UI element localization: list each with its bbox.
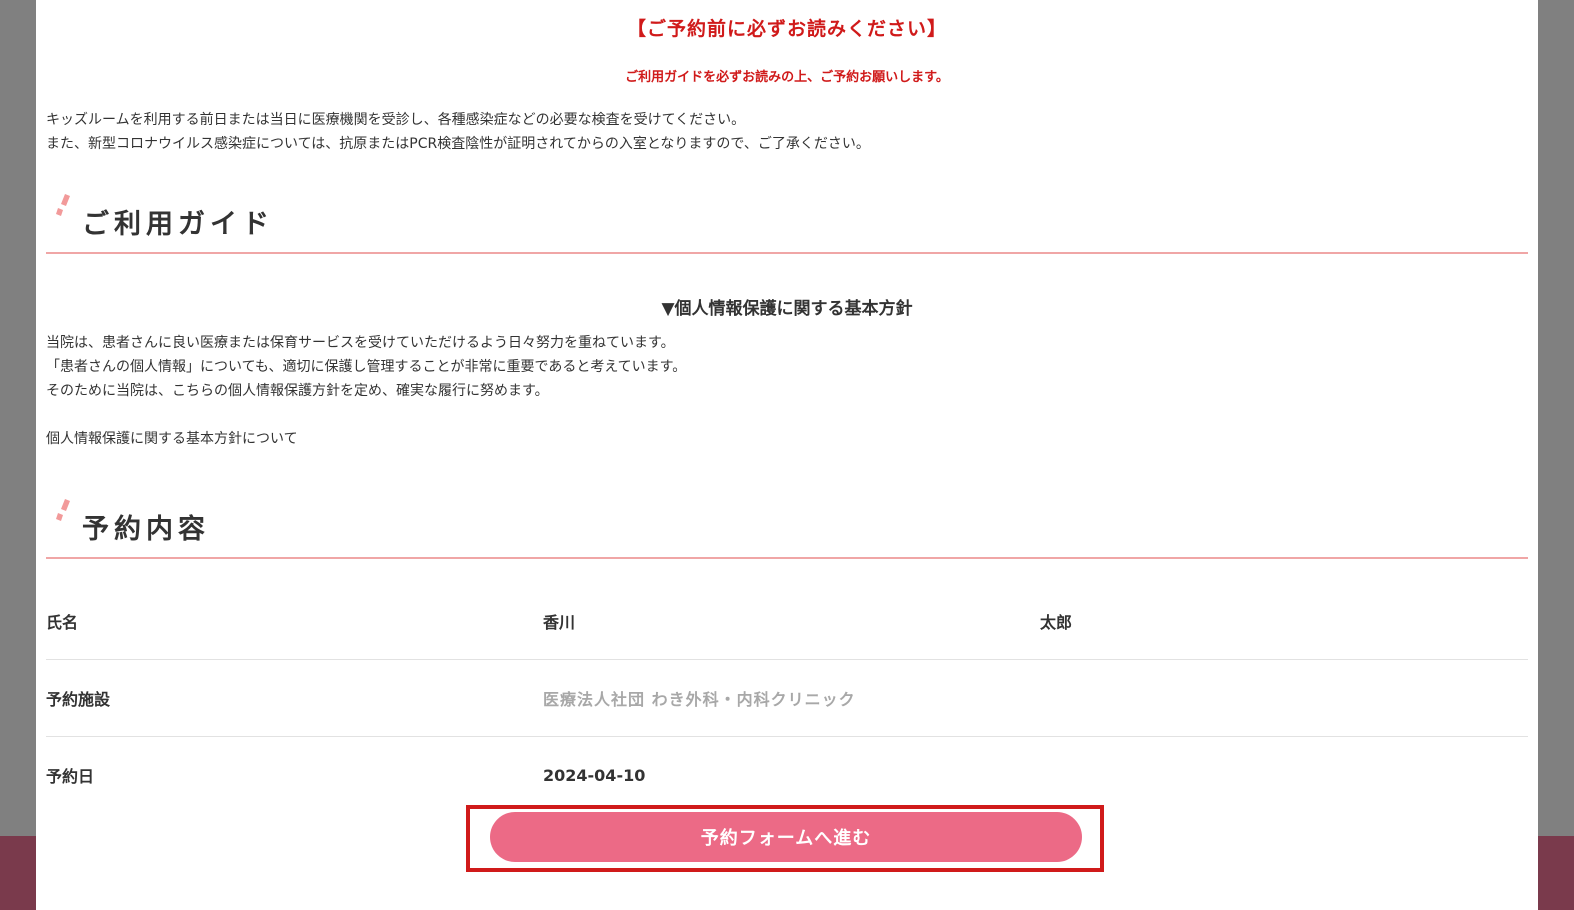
heading-decoration-icon <box>56 194 70 216</box>
reservation-heading: 予約内容 <box>82 514 210 545</box>
date-value: 2024-04-10 <box>543 765 646 785</box>
name-label: 氏名 <box>46 613 79 632</box>
footer-band-left <box>0 836 40 910</box>
policy-title: ▼個人情報保護に関する基本方針 <box>661 299 913 319</box>
name-row: 氏名 香川 太郎 <box>46 583 1528 660</box>
heading-decoration-icon <box>56 499 70 521</box>
policy-link[interactable]: 個人情報保護に関する基本方針について <box>46 428 298 448</box>
policy-line: そのために当院は、こちらの個人情報保護方針を定め、確実な履行に努めます。 <box>46 383 549 399</box>
last-name-value: 香川 <box>543 613 576 632</box>
notice-line: また、新型コロナウイルス感染症については、抗原またはPCR検査陰性が証明されてか… <box>46 136 870 152</box>
first-name-value: 太郎 <box>1040 613 1073 632</box>
notice-line: キッズルームを利用する前日または当日に医療機関を受診し、各種感染症などの必要な検… <box>46 112 746 128</box>
notice-subtitle: ご利用ガイドを必ずお読みの上、ご予約お願いします。 <box>625 70 949 85</box>
guide-heading: ご利用ガイド <box>82 209 274 240</box>
reservation-modal: 【ご予約前に必ずお読みください】 ご利用ガイドを必ずお読みの上、ご予約お願いしま… <box>36 0 1538 910</box>
facility-label: 予約施設 <box>46 690 111 709</box>
notice-title: 【ご予約前に必ずお読みください】 <box>626 18 947 40</box>
facility-value: 医療法人社団 わき外科・内科クリニック <box>543 690 856 709</box>
proceed-to-form-button[interactable]: 予約フォームへ進む <box>490 812 1082 862</box>
footer-band-right <box>1534 836 1574 910</box>
facility-row: 予約施設 医療法人社団 わき外科・内科クリニック <box>46 660 1528 737</box>
policy-line: 「患者さんの個人情報」についても、適切に保護し管理することが非常に重要であると考… <box>46 359 687 375</box>
date-label: 予約日 <box>46 767 95 786</box>
reservation-section-heading: 予約内容 <box>46 497 1528 559</box>
date-row: 予約日 2024-04-10 <box>46 737 1528 813</box>
policy-line: 当院は、患者さんに良い医療または保育サービスを受けていただけるよう日々努力を重ね… <box>46 335 675 351</box>
guide-section-heading: ご利用ガイド <box>46 192 1528 254</box>
